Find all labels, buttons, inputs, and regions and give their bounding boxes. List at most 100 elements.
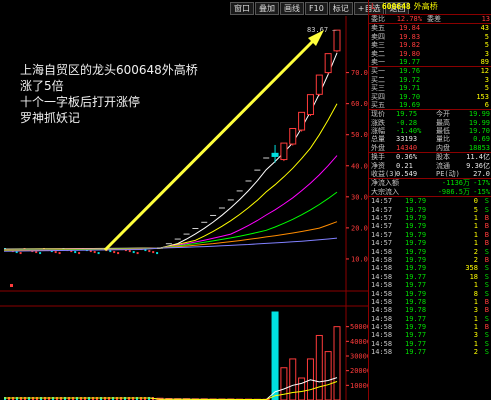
tick-volume: 1 (473, 339, 478, 348)
base-candle (74, 251, 77, 254)
tick-direction: S (484, 348, 489, 357)
tick-direction: S (484, 314, 489, 323)
toolbar-button-3[interactable]: F10 (305, 2, 328, 15)
toolbar-button-4[interactable]: 标记 (328, 2, 353, 15)
tick-direction: B (484, 239, 489, 248)
flow-row: 大宗流入 -986.5万 -15% (369, 188, 491, 196)
asks-row: 卖一 19.77 89 (369, 58, 491, 66)
stats-row: 涨幅 -1.40% 最低 19.70 (369, 127, 491, 135)
bids-label: 买二 (371, 75, 385, 84)
tick-volume: 5 (473, 205, 478, 214)
base-candle (156, 252, 159, 255)
tick-volume: 8 (473, 289, 478, 298)
tick-volume: 1 (473, 230, 478, 239)
base-candle (39, 252, 42, 255)
base-candle (58, 252, 61, 255)
volume-bar (298, 377, 306, 400)
tick-time: 14:58 (371, 306, 393, 315)
candle-body (306, 94, 314, 116)
tick-row: 14:58 19.77 3 S (369, 331, 491, 339)
tick-price: 19.79 (405, 230, 427, 239)
tick-direction: S (484, 197, 489, 206)
volume-tick-label: 30000 (350, 353, 368, 361)
base-candle (97, 252, 100, 255)
bids-price: 19.72 (399, 75, 421, 84)
tick-price: 19.79 (405, 197, 427, 206)
tick-time: 14:58 (371, 264, 393, 273)
tick-time: 14:57 (371, 197, 393, 206)
stats-label-a: 总量 (371, 135, 385, 144)
base-candle (93, 251, 96, 254)
tick-time: 14:58 (371, 339, 393, 348)
stock-code: 600648 (381, 2, 411, 11)
flow-label: 净流入额 (371, 179, 399, 188)
toolbar-button-0[interactable]: 窗口 (230, 2, 254, 15)
tick-row: 14:58 19.79 1 B (369, 323, 491, 331)
asks-price: 19.77 (399, 57, 421, 66)
tick-price: 19.79 (405, 323, 427, 332)
stats2-value-b: 9.36亿 (466, 161, 490, 170)
toolbar-button-1[interactable]: 叠加 (255, 2, 279, 15)
asks-row: 卖三 19.82 5 (369, 41, 491, 49)
tick-time: 14:58 (371, 247, 393, 256)
ma-line-ma20 (3, 155, 338, 251)
asks-label: 卖一 (371, 57, 385, 66)
stats-label-a: 现价 (371, 110, 385, 119)
bottom-marker (10, 284, 13, 287)
tick-price: 19.78 (405, 297, 427, 306)
base-candle (136, 252, 139, 255)
candle-body (315, 74, 323, 95)
weibi-row: 委比 12.78% 委差 13 (369, 15, 491, 23)
bids-volume: 6 (484, 100, 489, 109)
tick-direction: S (484, 205, 489, 214)
tick-direction: B (484, 255, 489, 264)
stats-value-a: 14340 (396, 143, 418, 152)
base-candle (132, 251, 135, 254)
asks-row: 卖四 19.83 5 (369, 33, 491, 41)
tick-direction: S (484, 289, 489, 298)
candle-body (298, 111, 306, 131)
flow-pct: -15% (473, 187, 490, 196)
base-candle (117, 252, 120, 255)
tick-time: 14:58 (371, 314, 393, 323)
stats-row: 外盘 14340 内盘 18853 (369, 144, 491, 152)
volume-bar (333, 326, 341, 400)
tick-direction: B (484, 323, 489, 332)
stats2-value-a: 0.36% (396, 153, 418, 162)
bids-price: 19.69 (399, 100, 421, 109)
tick-row: 14:57 19.79 1 B (369, 239, 491, 247)
bids-price: 19.76 (399, 67, 421, 76)
ask-book: 卖五 19.84 43 卖四 19.83 5 卖三 19.82 5 卖二 19.80 3 卖一 19.77… (369, 23, 491, 66)
stats-label-b: 内盘 (436, 143, 450, 152)
tick-volume: 1 (473, 222, 478, 231)
asks-volume: 43 (480, 24, 489, 33)
tick-row: 14:57 19.79 0 S (369, 197, 491, 205)
annotation-line-4: 罗神抓妖记 (20, 111, 81, 125)
price-tick-label: 10.00 (351, 255, 368, 263)
tick-list[interactable]: 14:57 19.79 0 S 14:57 19.79 5 S 14:57 19.79 1 B 14:5… (369, 196, 491, 356)
toolbar-button-2[interactable]: 画线 (280, 2, 304, 15)
stats-label-a: 外盘 (371, 143, 385, 152)
tick-row: 14:58 19.77 2 S (369, 348, 491, 356)
stats2-label-a: 收益(3) (371, 170, 398, 179)
tick-volume: 3 (473, 306, 478, 315)
asks-price: 19.82 (399, 41, 421, 50)
tick-time: 14:58 (371, 348, 393, 357)
tick-direction: S (484, 331, 489, 340)
tick-time: 14:57 (371, 222, 393, 231)
price-tick-label: 30.00 (351, 193, 368, 201)
stats-table-2: 换手 0.36% 股本 11.4亿 净资 0.21 流通 9.36亿 收益(3) 0.549 PE(… (369, 152, 491, 178)
bids-label: 买五 (371, 100, 385, 109)
base-candle (19, 252, 22, 255)
stats2-value-b: 27.0 (473, 170, 490, 179)
tick-row: 14:57 19.79 1 B (369, 222, 491, 230)
stats2-value-b: 11.4亿 (466, 153, 490, 162)
stock-flag: L (371, 2, 376, 11)
bids-price: 19.70 (399, 92, 421, 101)
volume-tick-label: 10000 (350, 382, 368, 390)
tick-direction: S (484, 272, 489, 281)
tick-volume: 1 (473, 213, 478, 222)
asks-price: 19.84 (399, 24, 421, 33)
stats2-value-a: 0.21 (396, 161, 413, 170)
tick-direction: S (484, 281, 489, 290)
